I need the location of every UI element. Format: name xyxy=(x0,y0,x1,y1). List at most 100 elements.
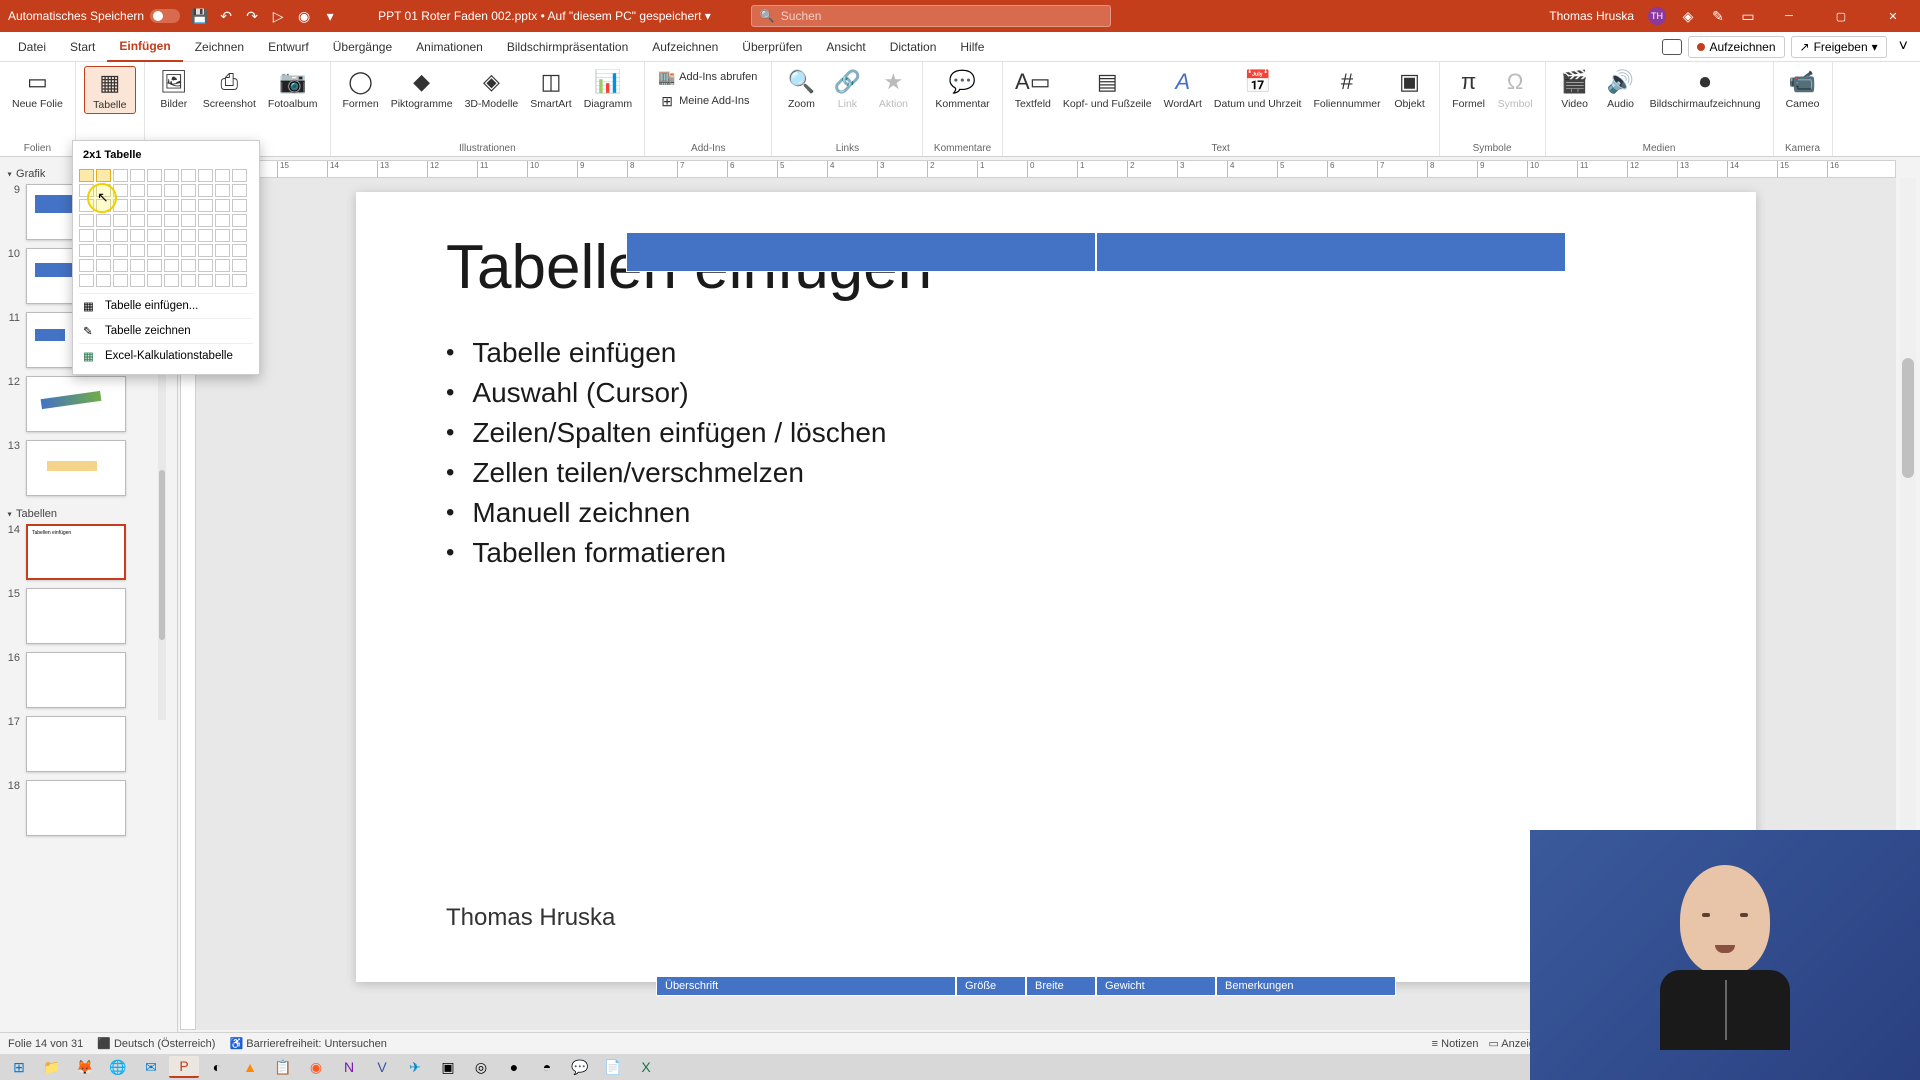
close-button[interactable]: ✕ xyxy=(1874,0,1912,32)
excel-table-item[interactable]: ▦Excel-Kalkulationstabelle xyxy=(79,343,253,368)
tab-start[interactable]: Start xyxy=(58,32,107,62)
comments-icon[interactable] xyxy=(1662,39,1682,55)
grid-cell[interactable] xyxy=(96,229,111,242)
touch-mode-icon[interactable]: ◉ xyxy=(296,8,312,24)
neue-folie-button[interactable]: ▭Neue Folie xyxy=(8,66,67,112)
tab-datei[interactable]: Datei xyxy=(6,32,58,62)
grid-cell[interactable] xyxy=(164,259,179,272)
aktion-button[interactable]: ★Aktion xyxy=(872,66,914,112)
visio-icon[interactable]: V xyxy=(367,1056,397,1078)
grid-cell[interactable] xyxy=(130,184,145,197)
chrome-icon[interactable]: 🌐 xyxy=(103,1056,133,1078)
bildschirm-button[interactable]: ⏺Bildschirmaufzeichnung xyxy=(1646,66,1765,112)
excel-icon[interactable]: X xyxy=(631,1056,661,1078)
grid-cell[interactable] xyxy=(79,214,94,227)
tab-dictation[interactable]: Dictation xyxy=(878,32,949,62)
onenote-icon[interactable]: N xyxy=(334,1056,364,1078)
grid-cell[interactable] xyxy=(79,259,94,272)
kommentar-button[interactable]: 💬Kommentar xyxy=(931,66,993,112)
grid-cell[interactable] xyxy=(215,244,230,257)
grid-cell[interactable] xyxy=(198,184,213,197)
slide-thumb-14[interactable]: 14Tabellen einfügen xyxy=(6,524,171,580)
grid-cell[interactable] xyxy=(96,169,111,182)
grid-cell[interactable] xyxy=(232,274,247,287)
app-icon-2[interactable]: 📋 xyxy=(268,1056,298,1078)
textfeld-button[interactable]: A▭Textfeld xyxy=(1011,66,1055,112)
smartart-button[interactable]: ◫SmartArt xyxy=(526,66,575,112)
grid-cell[interactable] xyxy=(79,184,94,197)
grid-cell[interactable] xyxy=(130,259,145,272)
grid-cell[interactable] xyxy=(113,259,128,272)
grid-cell[interactable] xyxy=(181,199,196,212)
tab-bildschirmpraesentation[interactable]: Bildschirmpräsentation xyxy=(495,32,640,62)
grid-cell[interactable] xyxy=(181,274,196,287)
grid-cell[interactable] xyxy=(79,229,94,242)
slide-thumb-18[interactable]: 18 xyxy=(6,780,171,836)
autosave-toggle[interactable]: Automatisches Speichern xyxy=(8,9,180,23)
addins-abrufen-button[interactable]: 🏬Add-Ins abrufen xyxy=(653,66,763,88)
formen-button[interactable]: ◯Formen xyxy=(339,66,383,112)
grid-cell[interactable] xyxy=(198,259,213,272)
insert-table-item[interactable]: ▦Tabelle einfügen... xyxy=(79,293,253,318)
search-input[interactable] xyxy=(781,9,1102,23)
vlc-icon[interactable]: ▲ xyxy=(235,1056,265,1078)
slide-thumb-15[interactable]: 15 xyxy=(6,588,171,644)
ink-icon[interactable]: ✎ xyxy=(1710,8,1726,24)
username-label[interactable]: Thomas Hruska xyxy=(1549,9,1634,23)
grid-cell[interactable] xyxy=(147,274,162,287)
grid-cell[interactable] xyxy=(164,184,179,197)
grid-cell[interactable] xyxy=(198,244,213,257)
section-tabellen[interactable]: Tabellen xyxy=(6,504,171,524)
link-button[interactable]: 🔗Link xyxy=(826,66,868,112)
tab-entwurf[interactable]: Entwurf xyxy=(256,32,321,62)
grid-cell[interactable] xyxy=(79,274,94,287)
grid-cell[interactable] xyxy=(147,214,162,227)
grid-cell[interactable] xyxy=(147,184,162,197)
3dmodelle-button[interactable]: ◈3D-Modelle xyxy=(461,66,523,112)
slide-counter[interactable]: Folie 14 von 31 xyxy=(8,1038,83,1050)
grid-cell[interactable] xyxy=(232,259,247,272)
record-button[interactable]: Aufzeichnen xyxy=(1688,36,1784,58)
explorer-icon[interactable]: 📁 xyxy=(37,1056,67,1078)
grid-cell[interactable] xyxy=(198,274,213,287)
foliennummer-button[interactable]: #Foliennummer xyxy=(1309,66,1384,112)
grid-cell[interactable] xyxy=(130,244,145,257)
language-label[interactable]: ⬛ Deutsch (Österreich) xyxy=(97,1037,215,1050)
audio-button[interactable]: 🔊Audio xyxy=(1600,66,1642,112)
tab-zeichnen[interactable]: Zeichnen xyxy=(183,32,256,62)
video-button[interactable]: 🎬Video xyxy=(1554,66,1596,112)
grid-cell[interactable] xyxy=(96,274,111,287)
grid-cell[interactable] xyxy=(198,229,213,242)
undo-icon[interactable]: ↶ xyxy=(218,8,234,24)
app-icon-6[interactable]: ● xyxy=(499,1056,529,1078)
tab-ansicht[interactable]: Ansicht xyxy=(814,32,877,62)
grid-cell[interactable] xyxy=(215,199,230,212)
tab-uebergaenge[interactable]: Übergänge xyxy=(321,32,404,62)
grid-cell[interactable] xyxy=(130,169,145,182)
grid-cell[interactable] xyxy=(164,214,179,227)
ribbon-mode-icon[interactable]: ▭ xyxy=(1740,8,1756,24)
grid-cell[interactable] xyxy=(181,229,196,242)
wordart-button[interactable]: AWordArt xyxy=(1160,66,1206,112)
draw-table-item[interactable]: ✎Tabelle zeichnen xyxy=(79,318,253,343)
symbol-button[interactable]: ΩSymbol xyxy=(1494,66,1537,112)
grid-cell[interactable] xyxy=(215,274,230,287)
grid-cell[interactable] xyxy=(215,184,230,197)
grid-cell[interactable] xyxy=(232,184,247,197)
grid-cell[interactable] xyxy=(232,214,247,227)
grid-cell[interactable] xyxy=(164,244,179,257)
app-icon-8[interactable]: 💬 xyxy=(565,1056,595,1078)
screenshot-button[interactable]: ⎙Screenshot xyxy=(199,66,260,112)
minimize-button[interactable]: ─ xyxy=(1770,0,1808,32)
powerpoint-icon[interactable]: P xyxy=(169,1056,199,1078)
grid-cell[interactable] xyxy=(232,169,247,182)
grid-cell[interactable] xyxy=(96,244,111,257)
kopfzeile-button[interactable]: ▤Kopf- und Fußzeile xyxy=(1059,66,1156,112)
meine-addins-button[interactable]: ⊞Meine Add-Ins xyxy=(653,90,763,112)
start-button[interactable]: ⊞ xyxy=(4,1056,34,1078)
objekt-button[interactable]: ▣Objekt xyxy=(1389,66,1431,112)
qat-dropdown-icon[interactable]: ▾ xyxy=(322,8,338,24)
formel-button[interactable]: πFormel xyxy=(1448,66,1490,112)
grid-cell[interactable] xyxy=(113,244,128,257)
grid-cell[interactable] xyxy=(147,199,162,212)
